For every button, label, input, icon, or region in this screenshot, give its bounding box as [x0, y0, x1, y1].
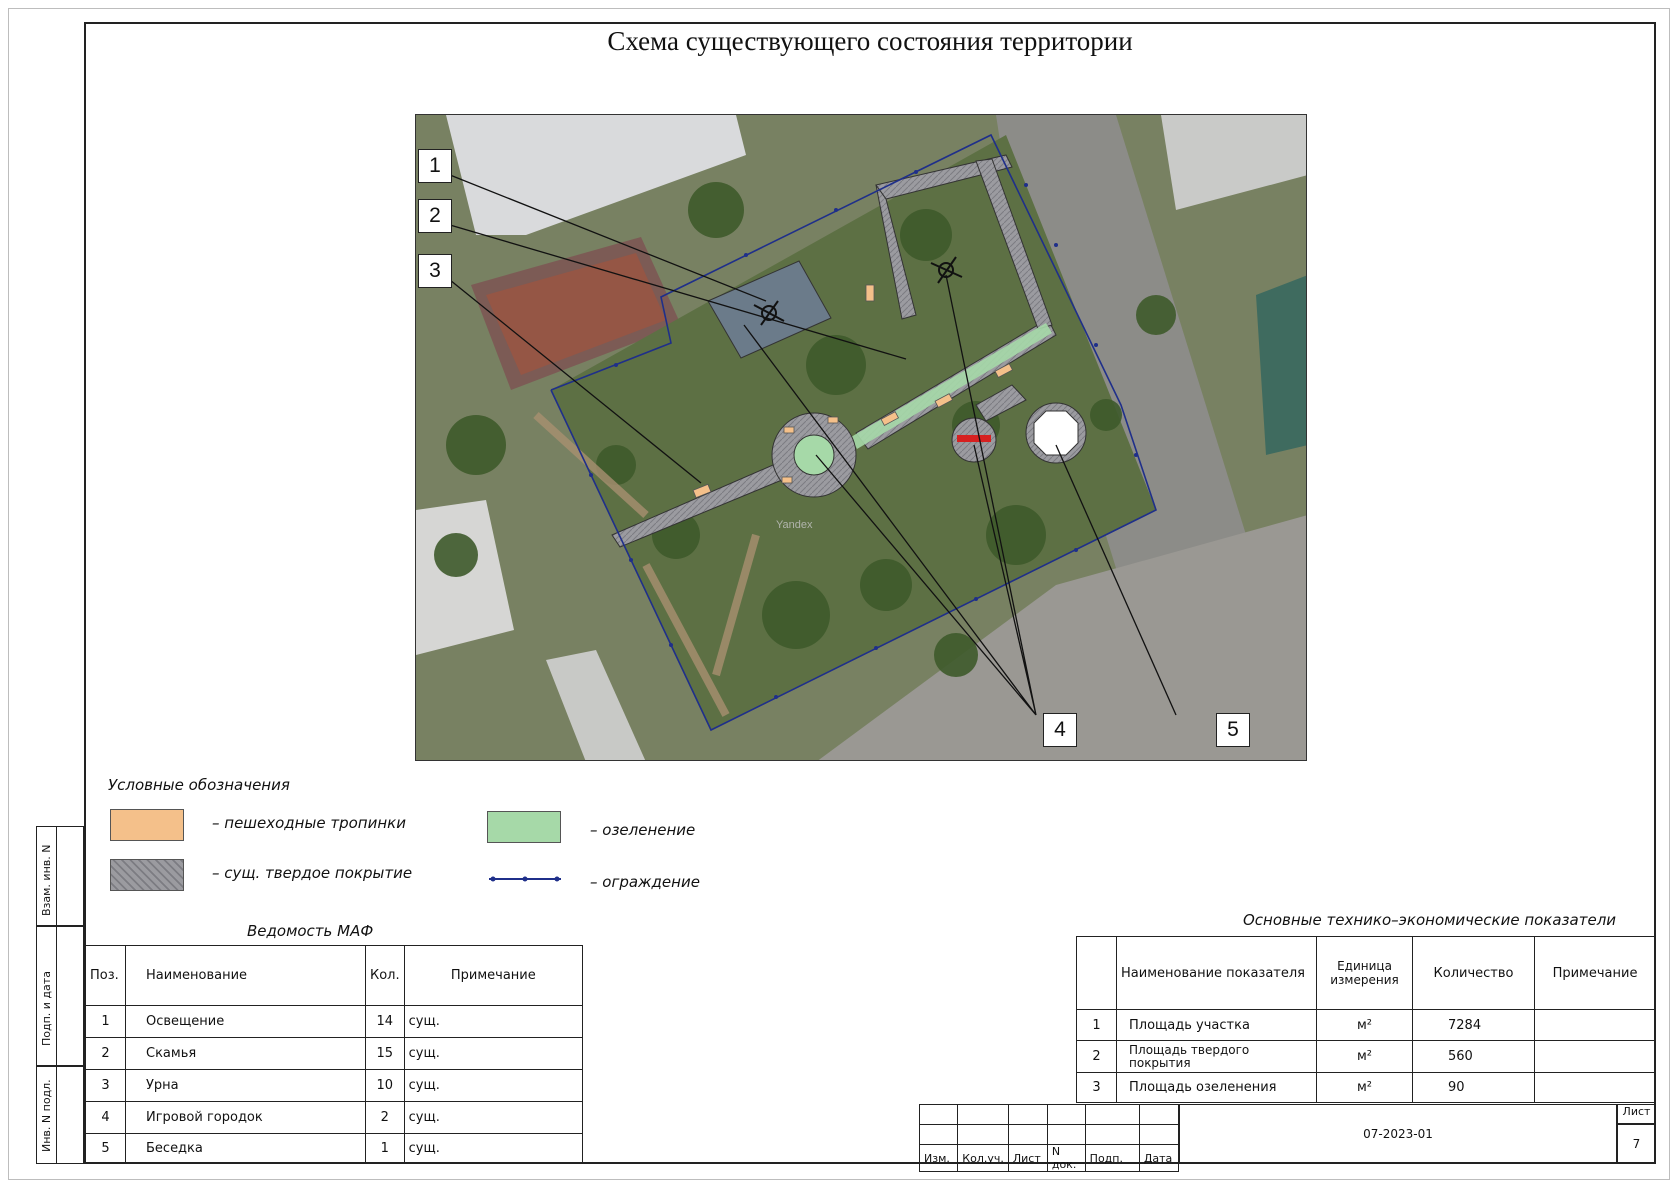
- table-row: 1 Освещение 14 сущ.: [85, 1005, 584, 1038]
- table-cell: 1: [365, 1133, 405, 1164]
- maf-header-pos: Поз.: [85, 945, 126, 1006]
- table-cell: 3: [85, 1069, 126, 1102]
- table-cell: Площадь твердого покрытия: [1116, 1040, 1317, 1073]
- sheet-number: 7: [1617, 1124, 1656, 1164]
- tep-header-name: Наименование показателя: [1116, 936, 1317, 1010]
- map-watermark: Yandex: [776, 519, 813, 531]
- sheet-label-cell: Лист: [1617, 1104, 1656, 1124]
- maf-table: Поз. Наименование Кол. Примечание 1 Осве…: [85, 945, 584, 1164]
- table-cell: [1534, 1072, 1656, 1103]
- table-cell: 14: [365, 1005, 405, 1038]
- satellite-map-image: Yandex: [416, 115, 1306, 760]
- site-map: Yandex 1 2 3 4 5: [415, 114, 1307, 761]
- table-cell: 10: [365, 1069, 405, 1102]
- table-cell: 1: [1076, 1009, 1117, 1041]
- table-cell: сущ.: [403, 1005, 584, 1038]
- table-cell: 4: [85, 1101, 126, 1134]
- table-cell: 15: [365, 1037, 405, 1070]
- side-label-replace: Взам. инв. N: [40, 844, 53, 916]
- table-row: 1 Площадь участка м² 7284: [1076, 1009, 1656, 1041]
- table-row: 4 Игровой городок 2 сущ.: [85, 1101, 584, 1134]
- table-cell: 90: [1412, 1072, 1535, 1103]
- table-cell: Урна: [125, 1069, 366, 1102]
- stamp-header-count: Кол.уч.: [957, 1144, 1009, 1172]
- legend-fence-icon: [489, 876, 561, 882]
- table-cell: [1534, 1040, 1656, 1073]
- legend-swatch-greenery: [487, 811, 561, 843]
- table-cell: м²: [1316, 1040, 1413, 1073]
- legend-label-greenery: – озеленение: [590, 821, 696, 839]
- table-cell: м²: [1316, 1009, 1413, 1041]
- table-cell: 3: [1076, 1072, 1117, 1103]
- table-cell: Площадь участка: [1116, 1009, 1317, 1041]
- table-row: 3 Урна 10 сущ.: [85, 1069, 584, 1102]
- table-cell: 1: [85, 1005, 126, 1038]
- table-cell: Освещение: [125, 1005, 366, 1038]
- side-label-sign: Подп. и дата: [40, 971, 53, 1046]
- table-row: 2 Скамья 15 сущ.: [85, 1037, 584, 1070]
- maf-header-note: Примечание: [403, 945, 584, 1006]
- legend-label-footpaths: – пешеходные тропинки: [212, 814, 406, 832]
- callout-5: 5: [1216, 713, 1250, 747]
- stamp-header-change: Изм.: [918, 1144, 959, 1172]
- table-cell: 5: [85, 1133, 126, 1164]
- table-cell: 2: [1076, 1040, 1117, 1073]
- tep-header-note: Примечание: [1534, 936, 1656, 1010]
- table-cell: сущ.: [403, 1037, 584, 1070]
- table-row: 2 Площадь твердого покрытия м² 560: [1076, 1040, 1656, 1073]
- table-cell: 2: [85, 1037, 126, 1070]
- table-cell: м²: [1316, 1072, 1413, 1103]
- callout-2: 2: [418, 199, 452, 233]
- stamp-header-sign: Подп.: [1084, 1144, 1140, 1172]
- side-label-inventory: Инв. N подл.: [40, 1079, 53, 1152]
- table-cell: Игровой городок: [125, 1101, 366, 1134]
- table-row: 5 Беседка 1 сущ.: [85, 1133, 584, 1164]
- table-cell: сущ.: [403, 1069, 584, 1102]
- table-cell: сущ.: [403, 1101, 584, 1134]
- table-row: 3 Площадь озеленения м² 90: [1076, 1072, 1656, 1103]
- side-divider: [56, 826, 57, 1164]
- table-cell: 2: [365, 1101, 405, 1134]
- maf-header-name: Наименование: [125, 945, 366, 1006]
- callout-1: 1: [418, 149, 452, 183]
- stamp-header-sheet: Лист: [1007, 1144, 1048, 1172]
- document-code: 07-2023-01: [1363, 1127, 1433, 1141]
- legend-label-paving: – сущ. твердое покрытие: [212, 864, 413, 882]
- legend-swatch-footpaths: [110, 809, 184, 841]
- table-cell: Беседка: [125, 1133, 366, 1164]
- table-cell: сущ.: [403, 1133, 584, 1164]
- drawing-title: Схема существующего состояния территории: [607, 26, 1133, 56]
- maf-header-qty: Кол.: [365, 945, 405, 1006]
- maf-table-title: Ведомость МАФ: [247, 922, 374, 940]
- tep-table: Наименование показателя Единица измерени…: [1076, 936, 1656, 1103]
- callout-4: 4: [1043, 713, 1077, 747]
- table-cell: 560: [1412, 1040, 1535, 1073]
- tep-header-amount: Количество: [1412, 936, 1535, 1010]
- legend-title: Условные обозначения: [108, 776, 290, 794]
- table-cell: Скамья: [125, 1037, 366, 1070]
- tep-header-pos: [1076, 936, 1117, 1010]
- stamp-header-date: Дата: [1138, 1144, 1180, 1172]
- callout-3: 3: [418, 254, 452, 288]
- table-cell: Площадь озеленения: [1116, 1072, 1317, 1103]
- table-cell: [1534, 1009, 1656, 1041]
- legend-label-fence: – ограждение: [590, 873, 700, 891]
- table-cell: 7284: [1412, 1009, 1535, 1041]
- tep-table-title: Основные технико–экономические показател…: [1243, 911, 1617, 929]
- legend-swatch-paving: [110, 859, 184, 891]
- title-block-signatures: Изм. Кол.уч. Лист N док. Подп. Дата: [918, 1104, 1180, 1172]
- tep-header-unit: Единица измерения: [1316, 936, 1413, 1010]
- stamp-header-doc: N док.: [1046, 1144, 1086, 1172]
